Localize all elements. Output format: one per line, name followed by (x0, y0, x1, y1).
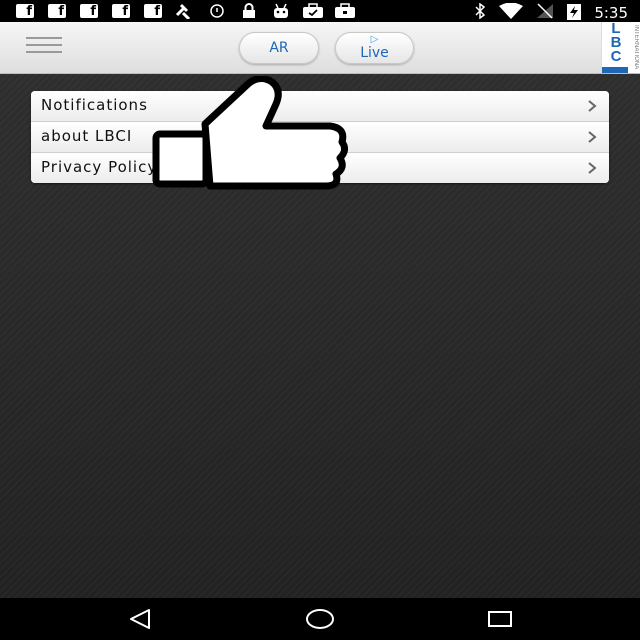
lbc-logo: L B C INTERNATIONAL (601, 21, 640, 73)
battery-charging-icon (566, 2, 582, 24)
wifi-icon (498, 2, 524, 23)
menu-item-label: Notifications (41, 96, 148, 114)
play-icon: ▷ (370, 34, 379, 45)
status-bar: f f f f f 5:35 (0, 0, 640, 22)
facebook-icon: f (78, 3, 100, 19)
chevron-right-icon (588, 131, 597, 143)
menu-item-notifications[interactable]: Notifications (31, 91, 609, 122)
facebook-icon: f (14, 3, 36, 19)
logo-subtitle: INTERNATIONAL (633, 25, 639, 69)
chevron-right-icon (588, 100, 597, 112)
system-icons: 5:35 (474, 2, 628, 24)
home-icon[interactable] (290, 598, 350, 640)
settings-menu: Notifications about LBCI Privacy Policy (31, 91, 609, 183)
chevron-right-icon (588, 162, 597, 174)
hamburger-menu-icon[interactable] (26, 37, 62, 57)
facebook-icon: f (46, 3, 68, 19)
language-ar-button[interactable]: AR (239, 32, 319, 64)
menu-item-privacy-policy[interactable]: Privacy Policy (31, 153, 609, 183)
signal-icon (536, 3, 554, 23)
menu-item-label: Privacy Policy (41, 158, 158, 176)
live-label: Live (360, 45, 389, 61)
recent-apps-icon[interactable] (470, 598, 530, 640)
menu-item-about[interactable]: about LBCI (31, 122, 609, 153)
back-icon[interactable] (110, 598, 170, 640)
facebook-icon: f (142, 3, 164, 19)
lock-icon (238, 3, 260, 19)
bluetooth-icon (474, 2, 486, 23)
android-icon (270, 3, 292, 19)
facebook-icon: f (110, 3, 132, 19)
alarm-icon (206, 3, 228, 19)
briefcase-icon (334, 3, 356, 19)
live-button[interactable]: ▷ Live (335, 32, 414, 64)
logo-letter: C (610, 48, 622, 65)
menu-item-label: about LBCI (41, 127, 133, 145)
navigation-bar (0, 598, 640, 640)
app-header: AR ▷ Live L B C INTERNATIONAL (0, 21, 640, 74)
notification-icons: f f f f f (14, 3, 356, 19)
language-ar-label: AR (269, 40, 289, 56)
satellite-icon (174, 3, 196, 19)
briefcase-check-icon (302, 3, 324, 19)
